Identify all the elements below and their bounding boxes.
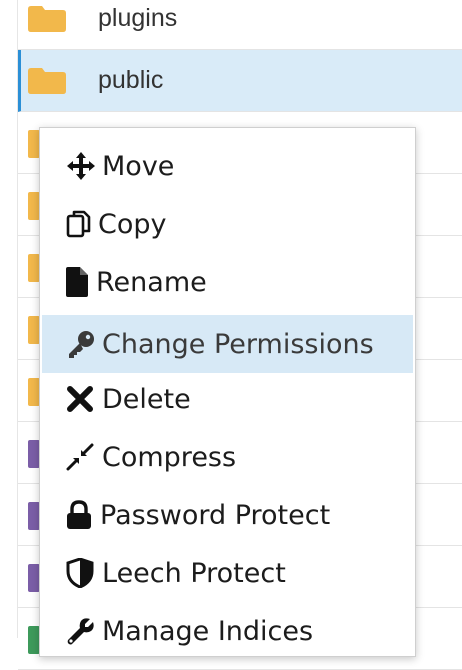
menu-item-leech-protect[interactable]: Leech Protect xyxy=(42,544,413,602)
menu-item-label: Compress xyxy=(102,441,237,473)
menu-item-rename[interactable]: Rename xyxy=(42,253,413,311)
menu-item-label: Password Protect xyxy=(100,499,331,531)
wrench-icon xyxy=(66,615,98,647)
copy-icon xyxy=(66,208,94,240)
menu-item-label: Rename xyxy=(96,266,207,298)
folder-icon xyxy=(28,68,66,94)
left-gutter xyxy=(0,0,18,638)
menu-item-move[interactable]: Move xyxy=(42,137,413,195)
menu-item-label: Copy xyxy=(98,208,167,240)
menu-item-copy[interactable]: Copy xyxy=(42,195,413,253)
file-row-plugins[interactable]: plugins xyxy=(18,0,462,50)
context-menu: Move Copy Rename Change Permissions Dele… xyxy=(39,127,416,657)
key-icon xyxy=(66,328,98,360)
menu-item-compress[interactable]: Compress xyxy=(42,428,413,486)
lock-icon xyxy=(66,499,96,531)
file-icon xyxy=(66,266,92,298)
folder-icon xyxy=(28,6,66,32)
compress-icon xyxy=(66,441,98,473)
close-icon xyxy=(66,383,98,415)
move-icon xyxy=(66,150,98,182)
file-name: public xyxy=(98,66,164,94)
menu-item-manage-indices[interactable]: Manage Indices xyxy=(42,602,413,660)
shield-icon xyxy=(66,557,98,589)
menu-item-label: Move xyxy=(102,150,175,182)
file-row-public[interactable]: public xyxy=(18,50,462,112)
file-name: plugins xyxy=(98,4,178,32)
menu-item-change-permissions[interactable]: Change Permissions xyxy=(42,315,413,373)
menu-item-delete[interactable]: Delete xyxy=(42,370,413,428)
menu-item-label: Leech Protect xyxy=(102,557,286,589)
menu-item-label: Change Permissions xyxy=(102,328,374,360)
menu-item-label: Delete xyxy=(102,383,191,415)
menu-item-password-protect[interactable]: Password Protect xyxy=(42,486,413,544)
menu-item-label: Manage Indices xyxy=(102,615,314,647)
